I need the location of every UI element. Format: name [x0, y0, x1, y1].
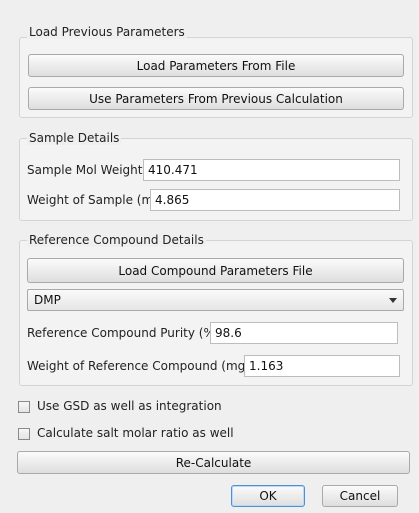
load-previous-title: Load Previous Parameters — [27, 25, 187, 39]
sample-weight-label: Weight of Sample (mg) — [27, 193, 166, 207]
compound-selected-value: DMP — [34, 293, 61, 307]
reference-weight-field[interactable]: 1.163 — [244, 355, 400, 377]
use-gsd-label: Use GSD as well as integration — [37, 399, 222, 413]
sample-weight-field[interactable]: 4.865 — [150, 189, 400, 211]
sample-details-title: Sample Details — [27, 131, 122, 145]
reference-weight-label: Weight of Reference Compound (mg) — [27, 359, 250, 373]
chevron-down-icon — [389, 298, 397, 303]
reference-compound-group: Reference Compound Details Load Compound… — [19, 233, 413, 386]
compound-select[interactable]: DMP — [27, 289, 404, 311]
load-compound-parameters-button[interactable]: Load Compound Parameters File — [27, 258, 404, 283]
salt-ratio-label: Calculate salt molar ratio as well — [37, 426, 234, 440]
sample-mol-weight-field[interactable]: 410.471 — [143, 159, 400, 181]
salt-ratio-checkbox[interactable] — [18, 428, 30, 440]
reference-purity-field[interactable]: 98.6 — [210, 322, 398, 344]
cancel-button[interactable]: Cancel — [322, 485, 398, 507]
sample-mol-weight-label: Sample Mol Weight — [27, 163, 143, 177]
load-previous-group: Load Previous Parameters Load Parameters… — [19, 25, 413, 118]
use-gsd-checkbox[interactable] — [18, 401, 30, 413]
ok-button[interactable]: OK — [231, 485, 305, 507]
sample-details-group: Sample Details Sample Mol Weight 410.471… — [19, 131, 413, 221]
use-previous-parameters-button[interactable]: Use Parameters From Previous Calculation — [28, 87, 404, 110]
load-parameters-from-file-button[interactable]: Load Parameters From File — [28, 54, 404, 77]
reference-compound-title: Reference Compound Details — [27, 233, 206, 247]
recalculate-button[interactable]: Re-Calculate — [17, 451, 410, 474]
reference-purity-label: Reference Compound Purity (%) — [27, 326, 220, 340]
